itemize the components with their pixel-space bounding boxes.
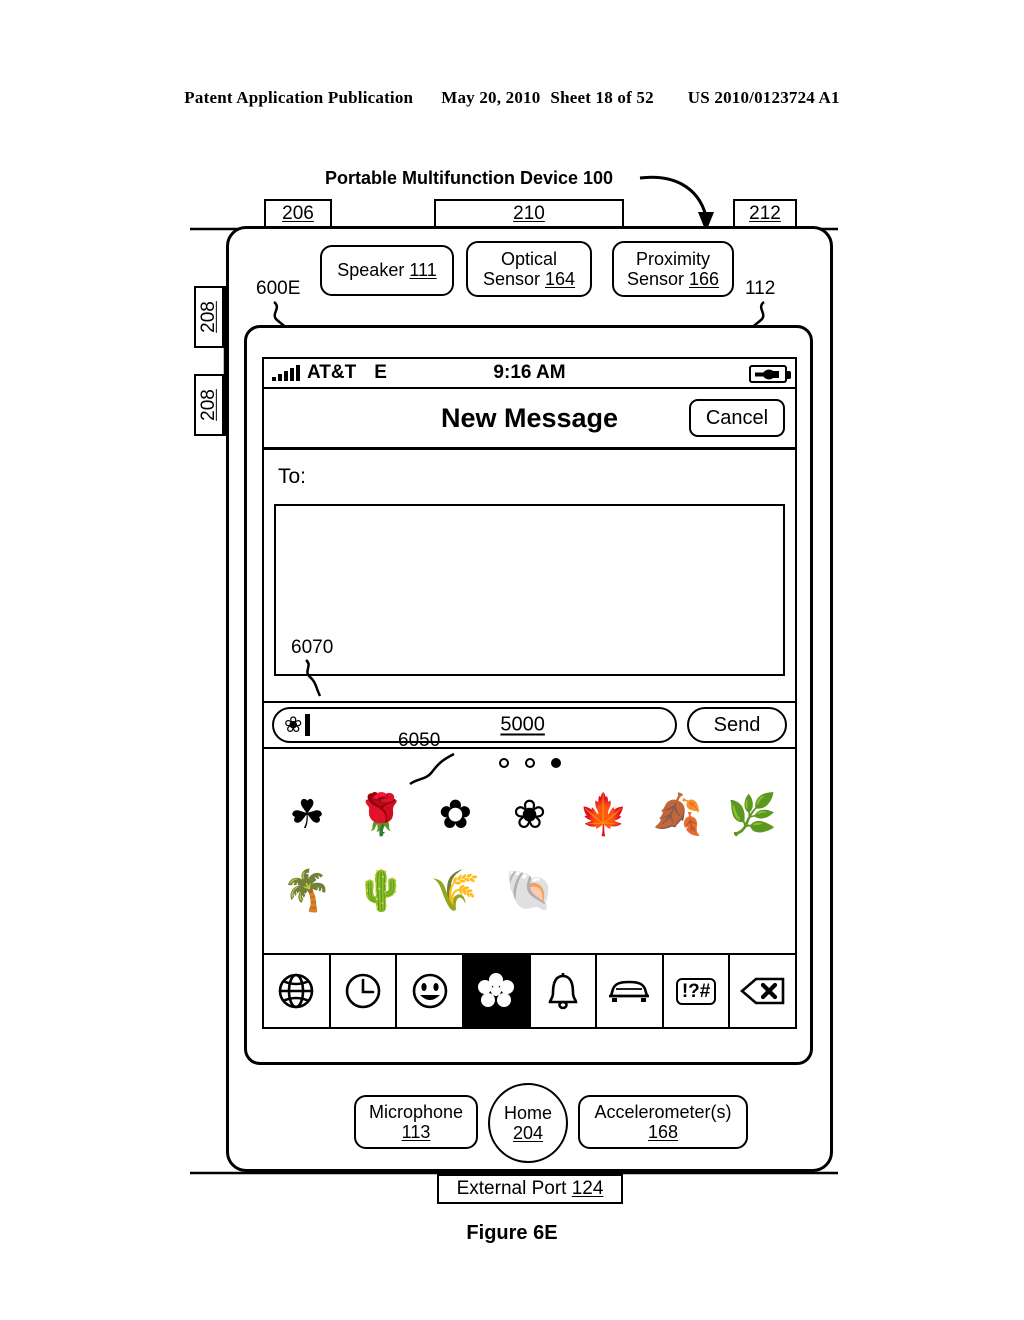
tab-nature[interactable]	[463, 955, 531, 1027]
emoji-grid: ☘ 🌹 ✿ ❀ 🍁 🍂 🌿 🌴 🌵 🌾 🐚	[264, 777, 795, 953]
proximity-sensor-ref: 166	[689, 269, 720, 289]
publication-header-number: US 2010/0123724 A1	[687, 88, 840, 107]
globe-icon	[277, 972, 315, 1010]
cactus-emoji[interactable]: 🌵	[344, 853, 418, 929]
message-input-ref: 5000	[500, 713, 545, 736]
message-entry-row: ❀ 5000 Send	[264, 701, 795, 749]
to-label: To:	[278, 465, 307, 488]
rose-emoji[interactable]: 🌹	[344, 777, 418, 853]
callout-ref-208-b: 208	[198, 389, 220, 421]
home-button-label: Home	[503, 1102, 552, 1123]
shell-emoji[interactable]: 🐚	[492, 853, 566, 929]
to-field-label-row: To:	[264, 450, 795, 504]
accelerometers-ref: 168	[647, 1122, 679, 1142]
callout-ref-206: 206	[282, 203, 314, 224]
callout-ref-208-a: 208	[198, 301, 220, 333]
flower-icon	[476, 971, 516, 1011]
car-icon	[607, 976, 651, 1006]
tab-smileys[interactable]	[397, 955, 464, 1027]
emoji-keyboard-panel: ☘ 🌹 ✿ ❀ 🍁 🍂 🌿 🌴 🌵 🌾 🐚	[264, 749, 795, 955]
accelerometers-label: Accelerometer(s) 168	[578, 1095, 748, 1149]
recipients-input[interactable]	[274, 504, 785, 676]
compose-spacer	[264, 676, 795, 701]
screen-ref-112: 112	[745, 278, 776, 299]
speaker-label: Speaker 111	[320, 245, 454, 296]
touch-screen-display: AT&T E 9:16 AM New Message Cancel To: ❀ …	[262, 357, 797, 1029]
home-button[interactable]: Home 204	[488, 1083, 568, 1163]
external-port-ref: 124	[571, 1178, 604, 1199]
bell-icon	[546, 971, 580, 1011]
volume-button-callout: 208	[194, 286, 224, 348]
microphone-label: Microphone 113	[354, 1095, 478, 1149]
accelerometers-label-text: Accelerometer(s)	[594, 1101, 732, 1122]
callout-ref-212: 212	[749, 203, 781, 224]
right-edge-callout: 212	[733, 199, 797, 229]
publication-header-sheet: Sheet 18 of 52	[550, 88, 654, 107]
optical-sensor-line2: Sensor	[482, 269, 540, 289]
page-dot[interactable]	[498, 758, 509, 768]
tab-objects[interactable]	[530, 955, 598, 1027]
optical-sensor-line1: Optical	[500, 248, 557, 269]
top-edge-callout: 210	[434, 199, 624, 229]
speaker-ref: 111	[409, 260, 437, 281]
callout-6050-leader	[409, 752, 455, 786]
emoji-category-tab-bar: !?#	[264, 955, 795, 1027]
callout-ref-210: 210	[513, 203, 545, 224]
microphone-ref: 113	[401, 1122, 431, 1142]
navigation-bar: New Message Cancel	[264, 389, 795, 450]
speaker-label-text: Speaker	[337, 260, 405, 281]
figure-ref-600E: 600E	[256, 278, 301, 299]
page-title: New Message	[440, 402, 619, 433]
rice-plant-emoji[interactable]: 🌾	[418, 853, 492, 929]
external-port-label-text: External Port	[456, 1178, 567, 1199]
fallen-leaves-emoji[interactable]: 🍂	[641, 777, 715, 853]
palm-tree-emoji[interactable]: 🌴	[270, 853, 344, 929]
volume-button-callout-2: 208	[194, 374, 224, 436]
four-leaf-clover-emoji[interactable]: ☘	[270, 777, 344, 853]
tab-globe[interactable]	[264, 955, 331, 1027]
tab-recent[interactable]	[330, 955, 398, 1027]
proximity-sensor-line2: Sensor	[626, 269, 684, 289]
external-port-label: External Port 124	[437, 1174, 623, 1204]
proximity-sensor-line1: Proximity	[635, 248, 710, 269]
maple-leaf-emoji[interactable]: 🍁	[567, 777, 641, 853]
hibiscus-emoji[interactable]: ❀	[492, 777, 566, 853]
backspace-icon	[739, 976, 786, 1006]
herb-leaf-emoji[interactable]: 🌿	[715, 777, 789, 853]
message-input-callout-6070: 6070	[291, 637, 334, 658]
sunflower-emoji[interactable]: ✿	[418, 777, 492, 853]
send-button[interactable]: Send	[687, 707, 787, 743]
proximity-sensor-label: Proximity Sensor 166	[612, 241, 734, 297]
optical-sensor-ref: 164	[545, 269, 576, 289]
clock-icon	[344, 972, 382, 1010]
smiley-icon	[411, 972, 449, 1010]
home-button-ref: 204	[512, 1123, 544, 1143]
publication-header: Patent Application Publication May 20, 20…	[0, 88, 1024, 108]
emoji-panel-callout-6050: 6050	[398, 730, 441, 751]
microphone-label-text: Microphone	[368, 1101, 464, 1122]
optical-sensor-label: Optical Sensor 164	[466, 241, 592, 297]
page-dot-active[interactable]	[550, 758, 561, 768]
symbols-icon: !?#	[675, 977, 717, 1005]
speaker-port-callout: 206	[264, 199, 332, 229]
status-bar: AT&T E 9:16 AM	[264, 359, 795, 389]
tab-vehicles[interactable]	[597, 955, 664, 1027]
status-bar-time: 9:16 AM	[493, 362, 566, 383]
publication-header-date: May 20, 2010	[441, 88, 541, 107]
device-title: Portable Multifunction Device 100	[325, 168, 614, 188]
figure-caption: Figure 6E	[466, 1222, 558, 1244]
battery-charging-icon	[749, 365, 791, 383]
callout-6070-leader	[305, 659, 322, 697]
cancel-button[interactable]: Cancel	[689, 399, 785, 437]
page-indicator-dots[interactable]	[264, 749, 795, 777]
publication-header-left: Patent Application Publication	[184, 88, 414, 107]
message-input[interactable]: ❀ 5000	[272, 707, 677, 743]
page-dot[interactable]	[524, 758, 535, 768]
tab-delete[interactable]	[730, 955, 795, 1027]
rose-emoji-inserted: ❀	[284, 712, 303, 737]
text-cursor	[305, 714, 311, 736]
tab-symbols[interactable]: !?#	[663, 955, 731, 1027]
